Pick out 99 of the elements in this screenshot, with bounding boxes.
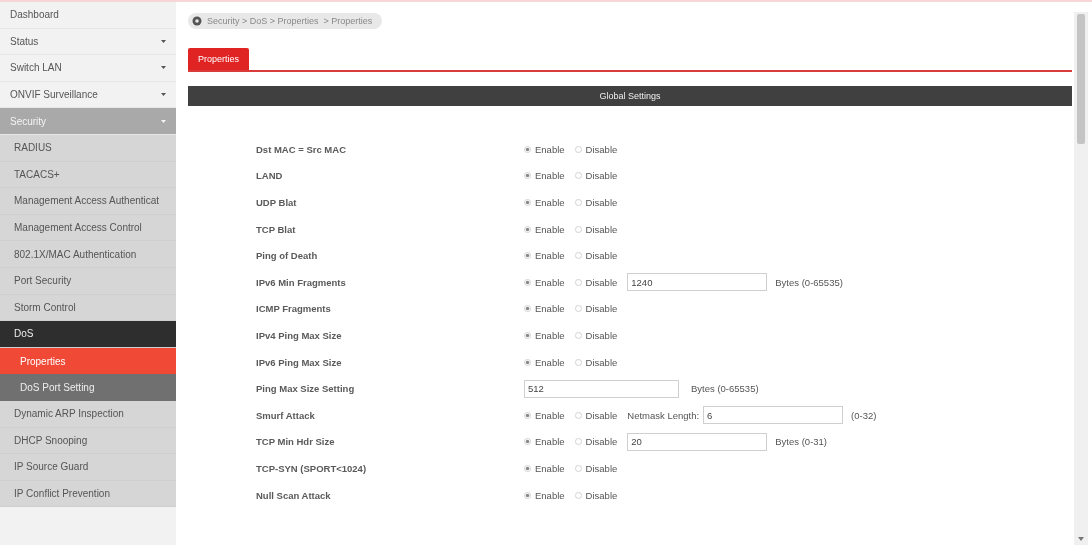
radio-label[interactable]: Enable [535,223,565,235]
radio-button[interactable] [524,199,531,206]
radio-button[interactable] [524,305,531,313]
radio-button[interactable] [524,491,531,499]
radio-label[interactable]: Disable [585,276,618,288]
setting-label: TCP-SYN (SPORT<1024) [256,462,368,474]
sidebar-item[interactable]: Management Access Authenticat [0,188,176,215]
sidebar-item[interactable]: TACACS+ [0,161,176,189]
radio-button[interactable] [524,145,531,153]
radio-button[interactable] [574,145,582,153]
radio-label[interactable]: Disable [585,436,618,448]
radio-button[interactable] [524,331,531,339]
sidebar-item[interactable]: Storm Control [0,294,176,322]
radio-label[interactable]: Enable [535,170,565,182]
radio-label[interactable]: Enable [535,409,565,421]
radio-label[interactable]: Disable [585,303,618,315]
radio-button[interactable] [524,411,531,419]
radio-button[interactable] [524,225,531,233]
sidebar-item[interactable]: Management Access Control [0,214,176,242]
radio-label[interactable]: Enable [535,489,565,501]
setting-label: IPv4 Ping Max Size [256,329,343,341]
setting-label: TCP Min Hdr Size [256,436,336,448]
radio-button[interactable] [574,278,582,286]
setting-label: Smurf Attack [256,409,316,421]
setting-label: IPv6 Min Fragments [256,276,347,288]
radio-label[interactable]: Enable [535,250,565,262]
setting-label: Ping Max Size Setting [256,383,356,395]
radio-label[interactable]: Disable [585,223,618,235]
radio-button[interactable] [574,464,582,472]
radio-button[interactable] [524,172,531,180]
radio-label[interactable]: Disable [585,197,618,208]
scroll-down-icon[interactable] [1078,537,1084,541]
radio-button[interactable] [574,491,582,499]
sidebar-item[interactable]: Switch LAN [0,55,176,82]
radio-label[interactable]: Enable [535,462,565,474]
input-field[interactable]: 6 [703,406,844,425]
input-field[interactable]: 1240 [627,273,768,292]
radio-label[interactable]: Enable [535,143,565,155]
range-hint: Bytes (0-65535) [691,383,759,395]
setting-label: LAND [256,170,284,182]
sidebar-item[interactable]: Dashboard [0,2,176,29]
radio-button[interactable] [574,172,582,180]
setting-label: Dst MAC = Src MAC [256,143,347,155]
radio-button[interactable] [574,411,582,419]
radio-button[interactable] [574,331,582,339]
radio-button[interactable] [524,438,531,446]
sidebar-item[interactable]: DoS Port Setting [0,374,176,401]
radio-label[interactable]: Enable [535,303,565,315]
tab[interactable]: Properties [188,48,250,70]
setting-label: Ping of Death [256,250,319,262]
radio-label[interactable]: Enable [535,197,565,208]
radio-button[interactable] [574,252,582,260]
radio-label[interactable]: Enable [535,436,565,448]
radio-label[interactable]: Disable [585,356,618,368]
radio-label[interactable]: Disable [585,462,618,474]
sidebar-item[interactable]: DHCP Snooping [0,427,176,455]
setting-label: TCP Blat [256,223,297,235]
input-field[interactable]: 512 [524,379,679,398]
radio-button[interactable] [524,464,531,472]
radio-label[interactable]: Enable [535,329,565,341]
radio-label[interactable]: Disable [585,489,618,501]
sidebar-item[interactable]: Properties [0,347,176,375]
scroll-thumb[interactable] [1077,14,1085,144]
radio-button[interactable] [524,252,531,260]
range-hint: Bytes (0-31) [775,436,828,448]
sidebar-item[interactable]: 802.1X/MAC Authentication [0,241,176,268]
scrollbar[interactable] [1074,12,1088,545]
radio-label[interactable]: Disable [585,250,618,262]
radio-label[interactable]: Enable [535,356,565,368]
radio-button[interactable] [574,438,582,446]
radio-label[interactable]: Disable [585,409,618,421]
section-header: Global Settings [188,86,1072,106]
radio-button[interactable] [574,358,582,366]
range-hint: (0-32) [851,409,877,421]
breadcrumb: Security > DoS > Properties > Properties [207,16,373,26]
setting-label: IPv6 Ping Max Size [256,356,343,368]
setting-label: UDP Blat [256,197,298,208]
radio-button[interactable] [574,305,582,313]
range-hint: Bytes (0-65535) [775,276,843,288]
radio-label[interactable]: Enable [535,276,565,288]
sidebar-item[interactable]: DoS [0,321,176,348]
radio-label[interactable]: Disable [585,170,618,182]
sidebar-item[interactable]: Dynamic ARP Inspection [0,400,176,428]
radio-button[interactable] [574,225,582,233]
sidebar-item[interactable]: IP Conflict Prevention [0,480,176,508]
input-field[interactable]: 20 [627,432,768,451]
sidebar-item[interactable]: RADIUS [0,134,176,162]
gear-icon [192,16,202,26]
radio-label[interactable]: Disable [585,143,618,155]
radio-button[interactable] [574,199,582,206]
sidebar-item[interactable]: Status [0,28,176,56]
sidebar-item[interactable]: Port Security [0,267,176,295]
radio-button[interactable] [524,278,531,286]
setting-label: ICMP Fragments [256,303,332,315]
radio-label[interactable]: Disable [585,329,618,341]
setting-label: Null Scan Attack [256,489,332,501]
field-label: Netmask Length: [627,409,700,421]
sidebar-item[interactable]: IP Source Guard [0,454,176,481]
radio-button[interactable] [524,358,531,366]
